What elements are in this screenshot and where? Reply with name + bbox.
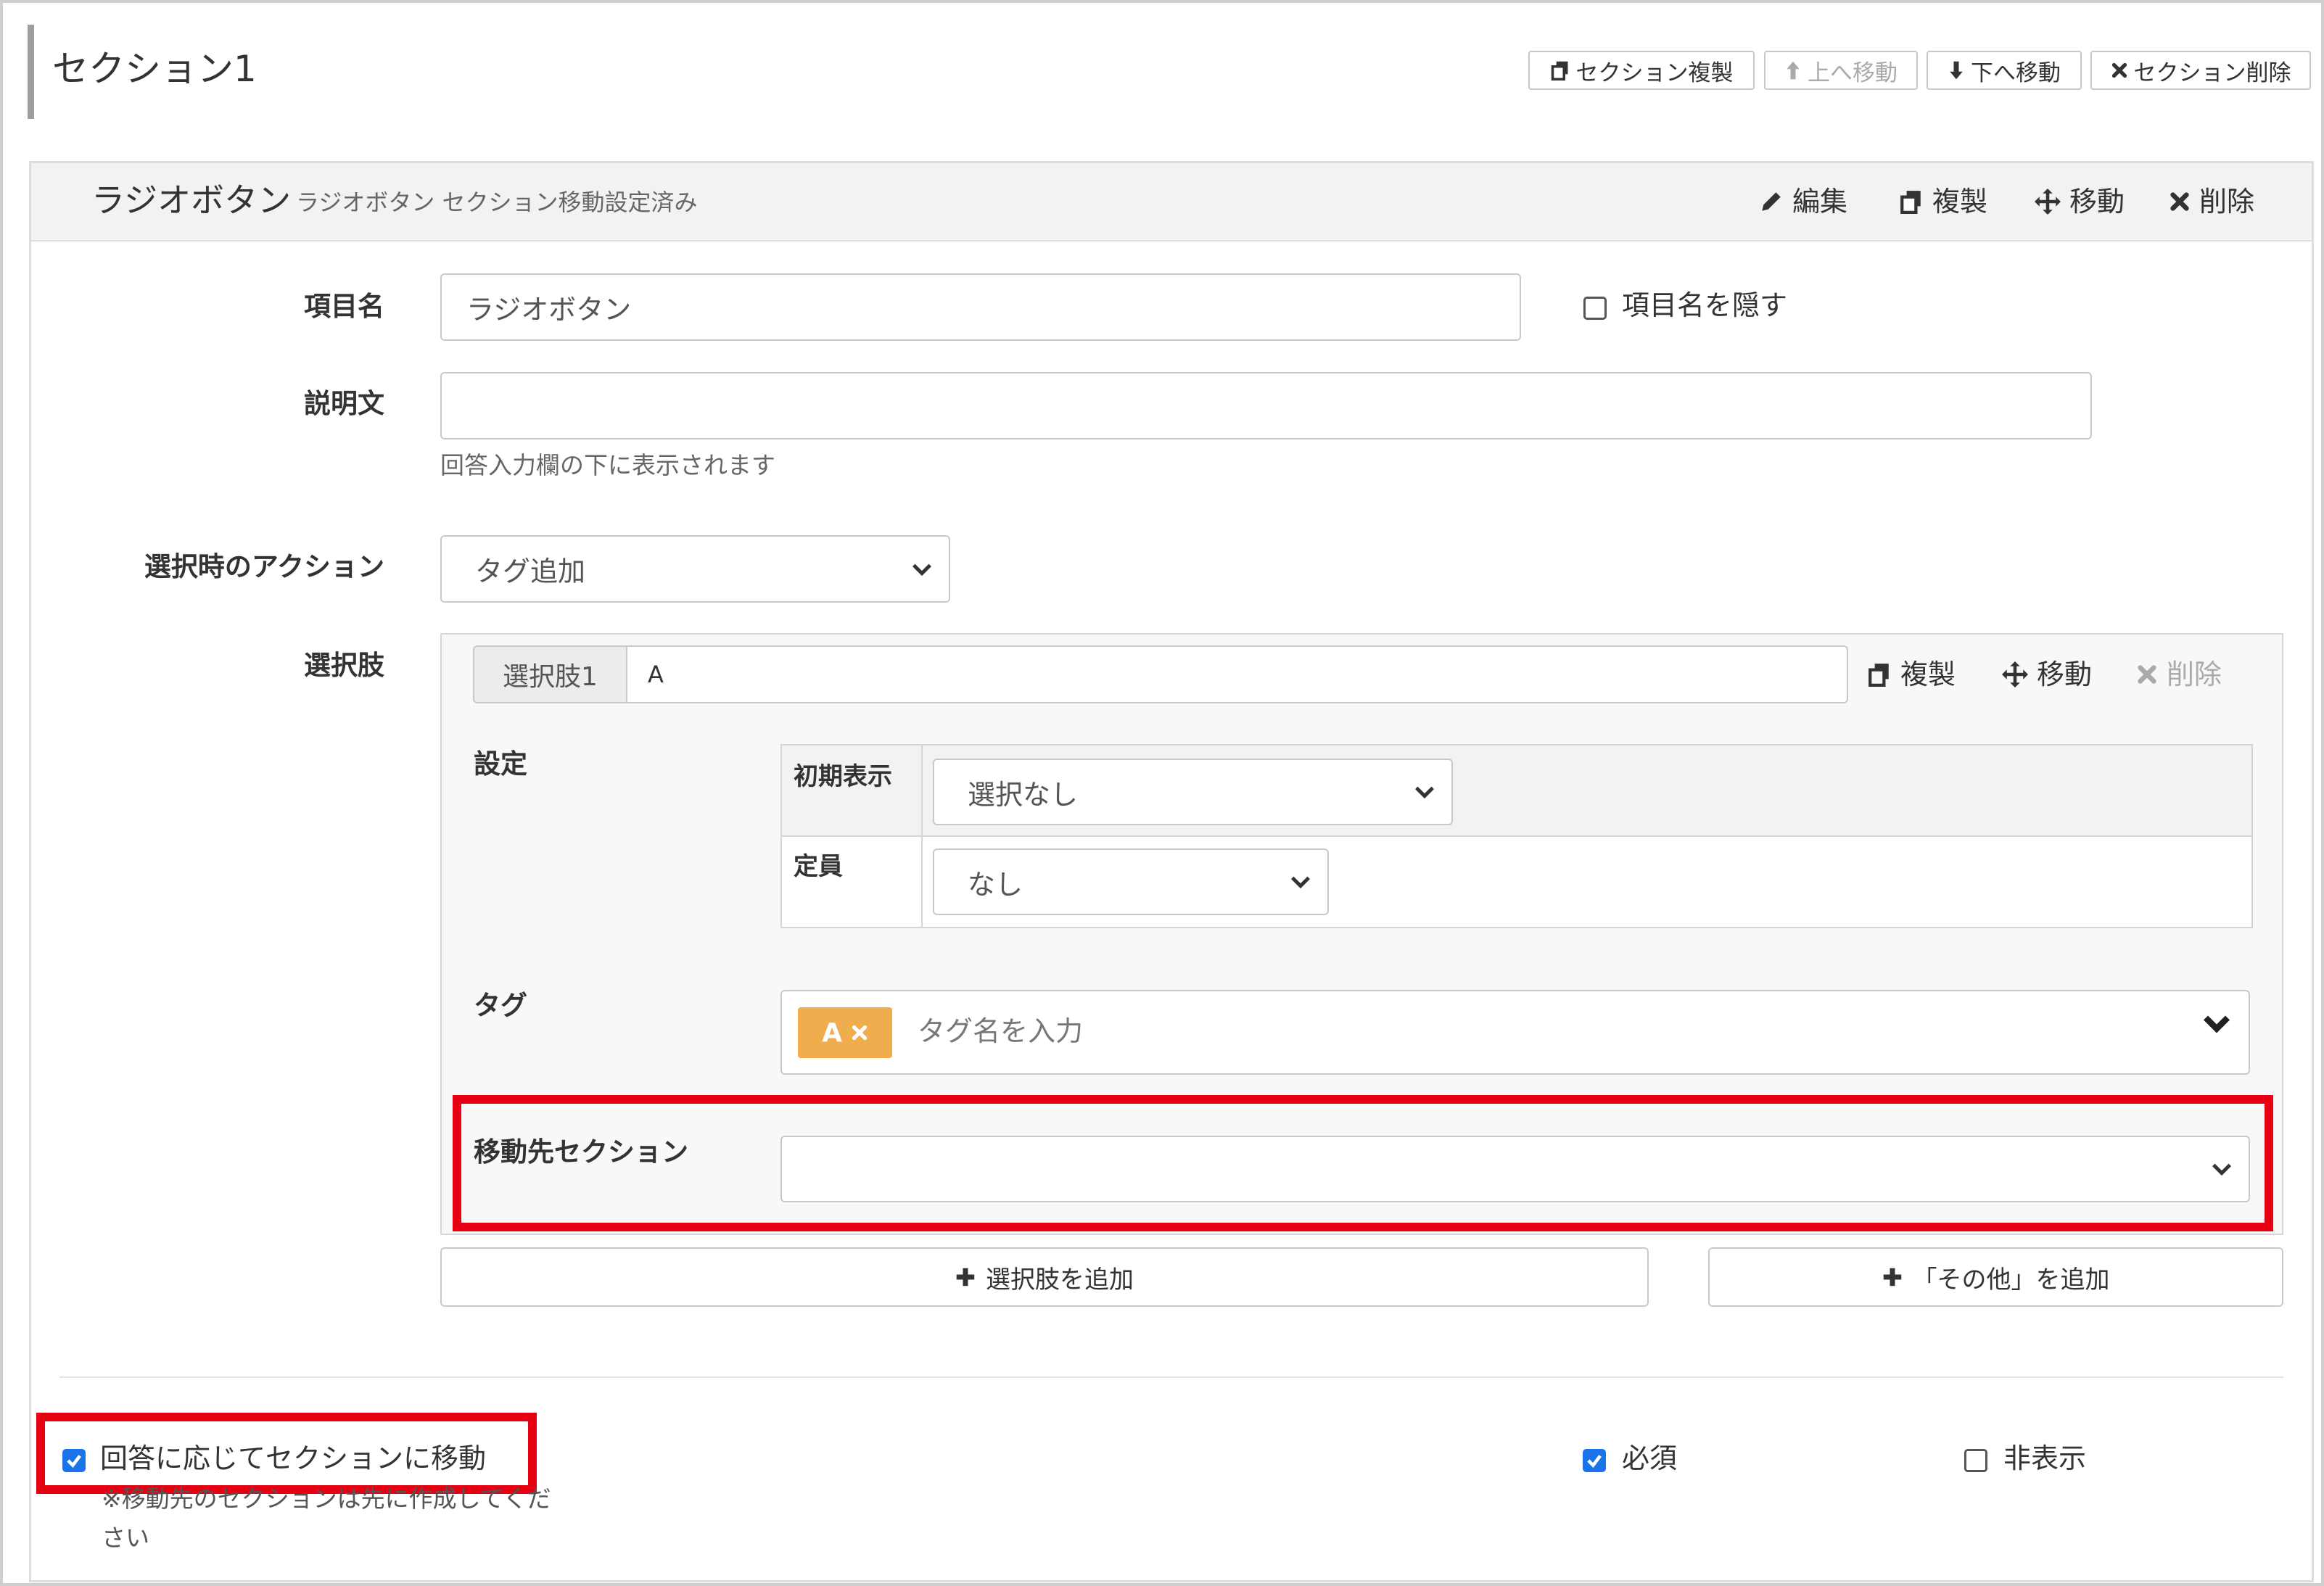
close-icon (2111, 62, 2127, 78)
check-icon (67, 1455, 81, 1468)
tag-chip[interactable]: A (798, 1007, 892, 1058)
move-icon (2035, 189, 2061, 215)
item-subtitle: ラジオボタン セクション移動設定済み (296, 189, 698, 216)
plus-icon (1883, 1268, 1901, 1286)
arrow-down-icon (1950, 61, 1963, 80)
arrow-up-icon (1787, 61, 1800, 80)
choice-move-button[interactable]: 移動 (2002, 654, 2092, 695)
section-delete-label: セクション削除 (2133, 59, 2291, 86)
chevron-down-icon (1291, 876, 1310, 889)
hide-name-label: 項目名を隠す (1622, 289, 1788, 321)
pencil-icon (1762, 192, 1781, 211)
section-duplicate-button[interactable]: セクション複製 (1528, 51, 1755, 90)
action-select[interactable]: タグ追加 (440, 535, 950, 603)
item-delete-button[interactable]: 削除 (2169, 181, 2254, 222)
move-icon (2002, 661, 2028, 687)
chevron-down-icon (2212, 1163, 2231, 1176)
section-delete-button[interactable]: セクション削除 (2090, 51, 2311, 90)
tag-placeholder: タグ名を入力 (918, 1015, 1084, 1047)
initial-display-value: 選択なし (968, 778, 1079, 811)
choice-duplicate-label: 複製 (1900, 658, 1956, 690)
choice-value-input[interactable]: A (626, 645, 1848, 703)
add-choice-label: 選択肢を追加 (986, 1265, 1134, 1294)
section-accent-bar (28, 25, 34, 119)
description-help: 回答入力欄の下に表示されます (440, 451, 775, 479)
action-label: 選択時のアクション (144, 551, 384, 582)
item-edit-label: 編集 (1792, 186, 1848, 218)
chevron-down-icon (912, 563, 931, 576)
check-icon (1587, 1455, 1602, 1468)
settings-col-divider (921, 837, 923, 927)
description-input[interactable] (440, 372, 2092, 439)
item-move-label: 移動 (2069, 186, 2125, 218)
item-delete-label: 削除 (2199, 186, 2255, 218)
settings-label: 設定 (474, 748, 527, 780)
item-name-input[interactable]: ラジオボタン (440, 273, 1521, 341)
item-edit-button[interactable]: 編集 (1759, 181, 1847, 222)
capacity-select[interactable]: なし (933, 848, 1329, 915)
section-title: セクション1 (52, 48, 257, 90)
description-label: 説明文 (304, 388, 384, 419)
required-label: 必須 (1622, 1442, 1678, 1474)
destination-select[interactable] (780, 1136, 2250, 1202)
close-icon (2170, 192, 2189, 211)
choice-value: A (648, 661, 664, 688)
plus-icon (956, 1268, 975, 1286)
section-move-down-button[interactable]: 下へ移動 (1927, 51, 2082, 90)
section-duplicate-label: セクション複製 (1575, 59, 1734, 86)
add-choice-button[interactable]: 選択肢を追加 (440, 1247, 1649, 1307)
capacity-value: なし (968, 868, 1023, 901)
choice-delete-label: 削除 (2167, 658, 2222, 690)
section-move-down-label: 下へ移動 (1971, 59, 2061, 86)
footer-divider (59, 1376, 2283, 1378)
capacity-label: 定員 (794, 852, 843, 881)
section-move-up-button[interactable]: 上へ移動 (1764, 51, 1918, 90)
item-duplicate-button[interactable]: 複製 (1899, 181, 1987, 222)
initial-display-label: 初期表示 (794, 762, 892, 791)
choice-move-label: 移動 (2037, 658, 2093, 690)
choices-label: 選択肢 (304, 650, 384, 681)
choice-delete-button[interactable]: 削除 (2136, 654, 2222, 695)
move-by-answer-checkbox[interactable] (62, 1449, 86, 1472)
hide-name-checkbox[interactable] (1583, 297, 1607, 320)
chevron-down-icon[interactable] (2202, 1014, 2231, 1033)
tag-chip-label: A (822, 1017, 842, 1048)
item-name-value: ラジオボタン (466, 294, 632, 326)
initial-display-select[interactable]: 選択なし (933, 759, 1453, 825)
required-checkbox[interactable] (1583, 1449, 1606, 1472)
settings-row-divider (782, 835, 2251, 837)
destination-label: 移動先セクション (474, 1136, 688, 1168)
move-by-answer-label: 回答に応じてセクションに移動 (100, 1442, 487, 1474)
item-name-label: 項目名 (304, 291, 384, 322)
tag-label: タグ (474, 990, 527, 1021)
copy-icon (1900, 191, 1921, 214)
item-duplicate-label: 複製 (1932, 186, 1988, 218)
item-move-button[interactable]: 移動 (2035, 181, 2125, 222)
action-value: タグ追加 (475, 555, 586, 587)
copy-icon (1868, 664, 1889, 687)
close-icon[interactable] (851, 1024, 868, 1041)
move-by-answer-note: ※移動先のセクションは先に作成してください (102, 1484, 551, 1552)
add-other-label: 「その他」を追加 (1912, 1265, 2110, 1294)
choice-duplicate-button[interactable]: 複製 (1867, 654, 1956, 695)
item-title: ラジオボタン (91, 181, 292, 220)
section-move-up-label: 上へ移動 (1808, 59, 1897, 86)
close-icon (2138, 665, 2156, 684)
hidden-label: 非表示 (2003, 1442, 2087, 1474)
choice-addon: 選択肢1 (473, 645, 627, 703)
add-other-button[interactable]: 「その他」を追加 (1708, 1247, 2283, 1307)
chevron-down-icon (1415, 786, 1434, 799)
copy-icon (1551, 61, 1567, 80)
hidden-checkbox[interactable] (1964, 1449, 1987, 1472)
